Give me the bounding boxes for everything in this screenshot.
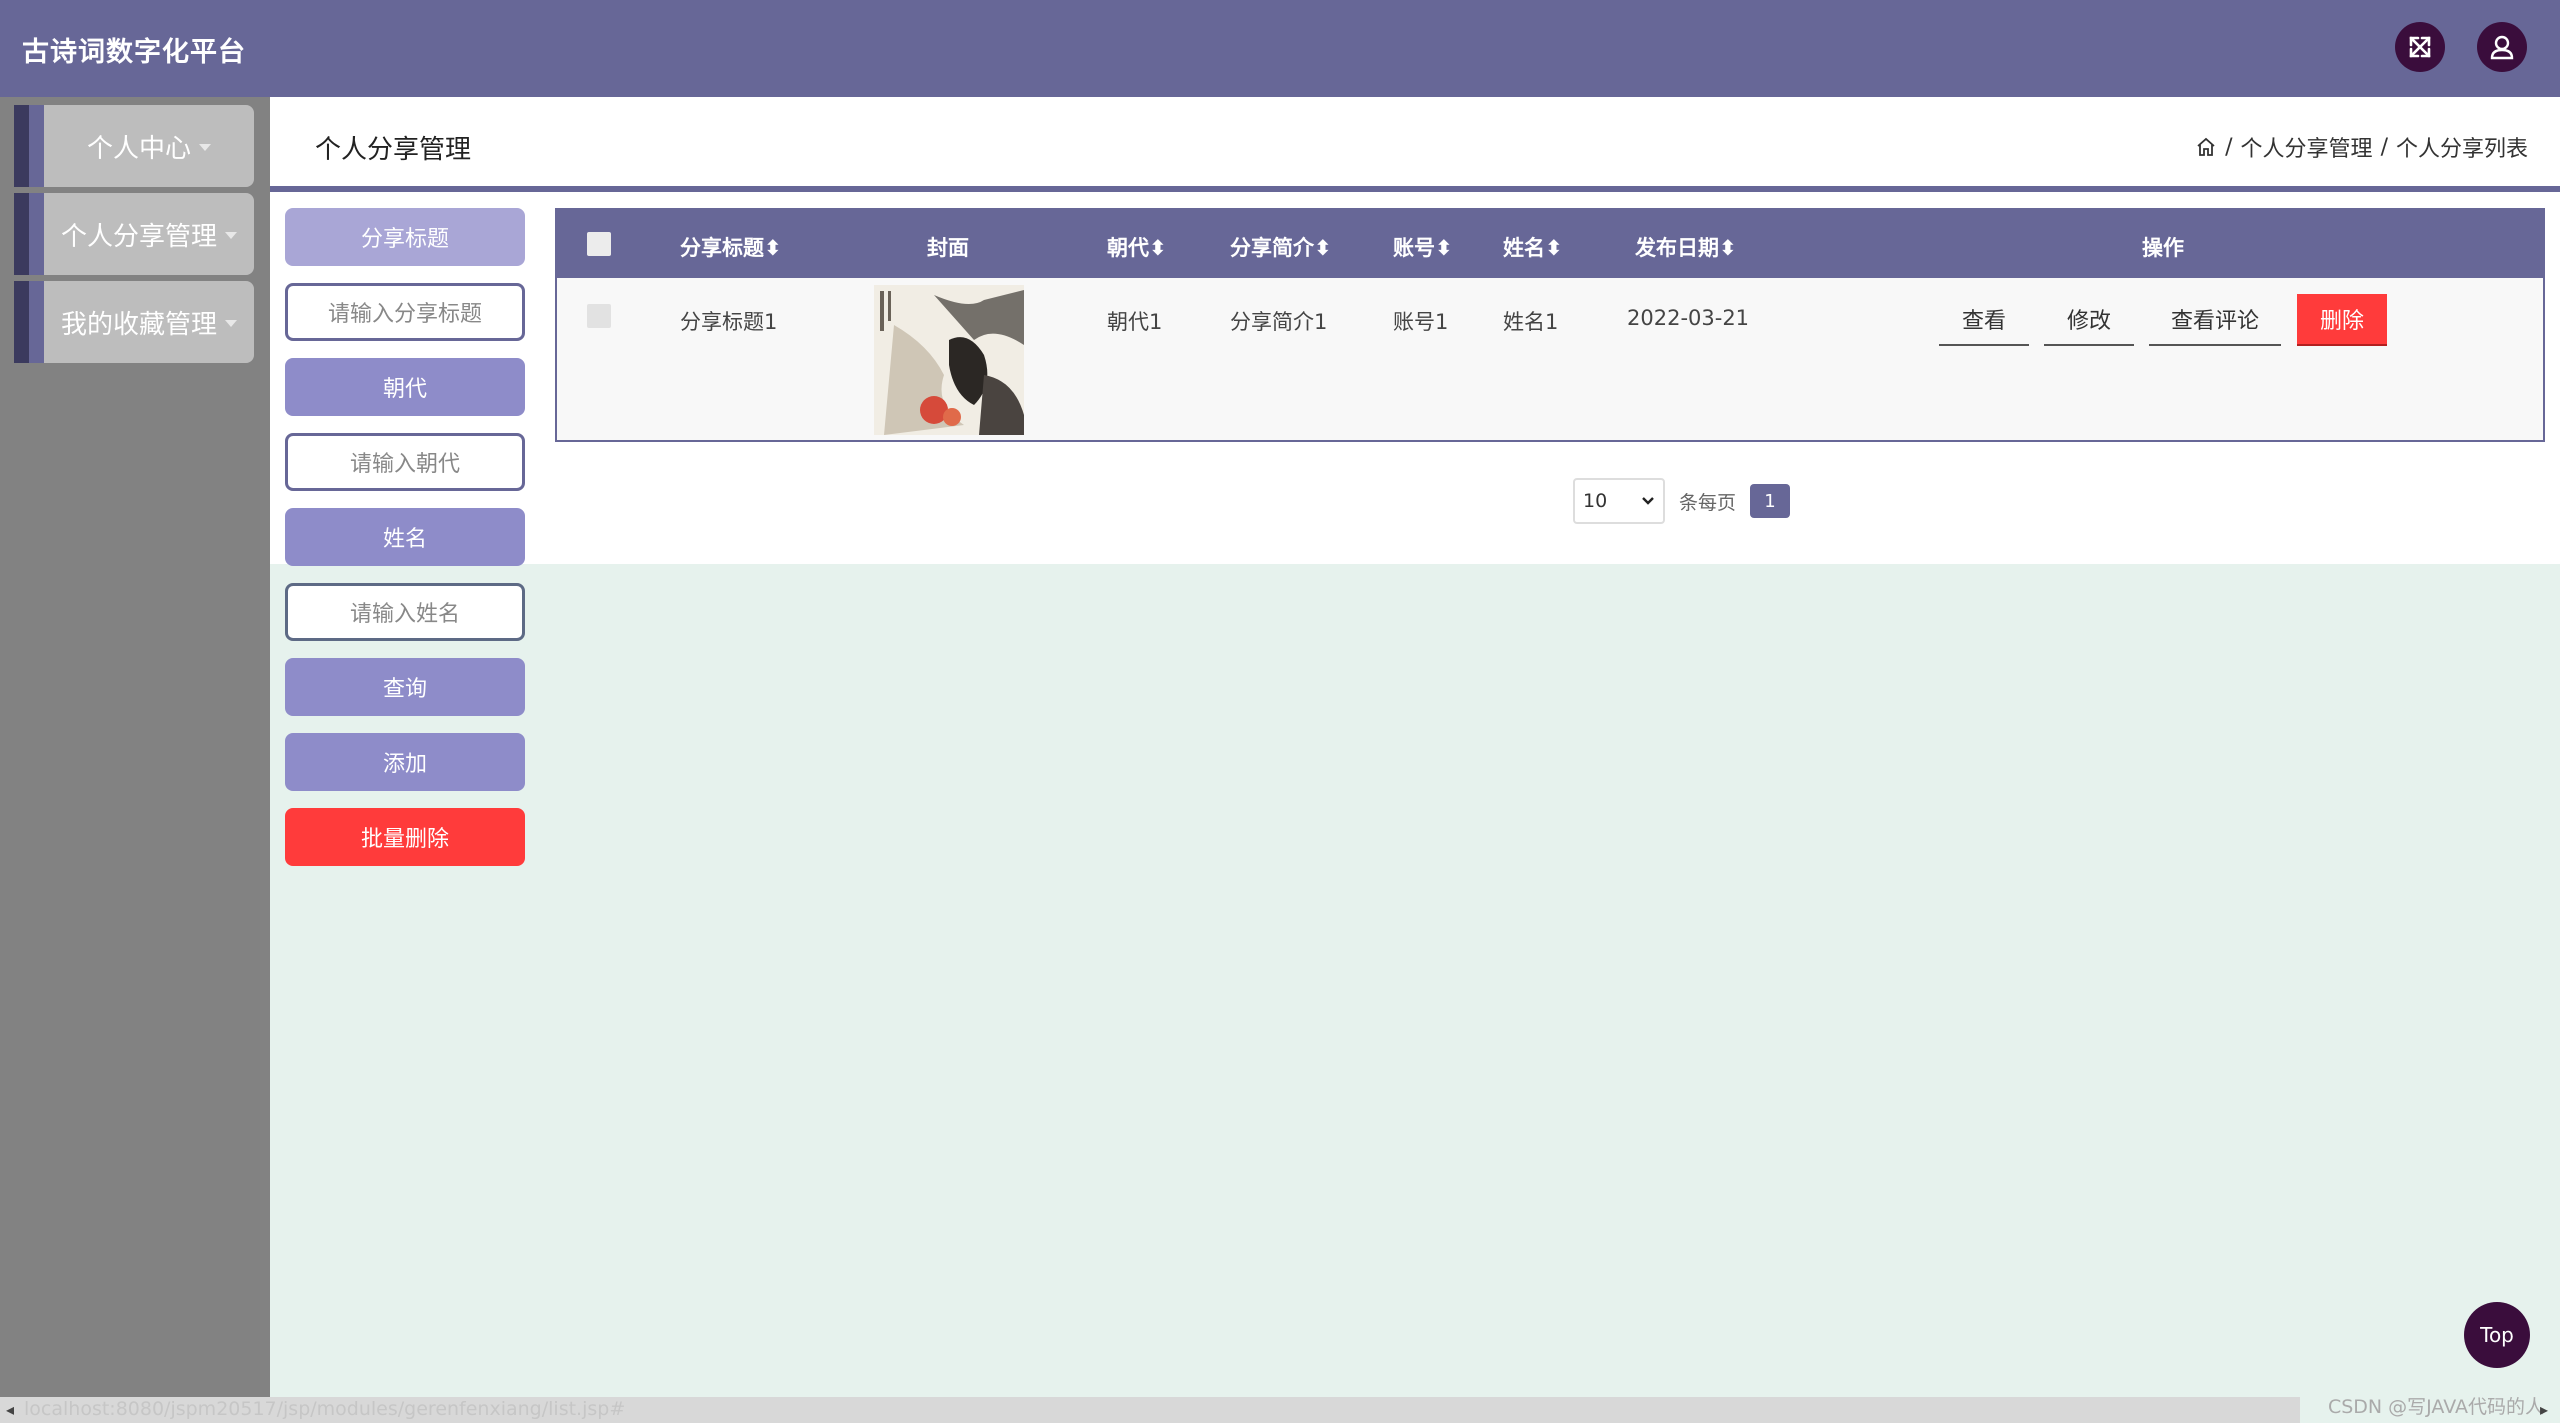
cell-dynasty: 朝代1 <box>1107 310 1163 334</box>
cover-image <box>874 285 1024 435</box>
column-header-date[interactable]: 发布日期⬍ <box>1635 232 1737 262</box>
title-search-label: 分享标题 <box>285 208 525 266</box>
delete-button[interactable]: 删除 <box>2297 294 2387 346</box>
row-checkbox[interactable] <box>587 304 611 328</box>
home-icon[interactable] <box>2195 136 2217 158</box>
pagination: 10 条每页 1 <box>1573 478 1791 524</box>
cell-date: 2022-03-21 <box>1627 306 1750 330</box>
breadcrumb-item-share-management[interactable]: 个人分享管理 <box>2241 131 2373 163</box>
select-all-checkbox[interactable] <box>587 232 611 256</box>
app-header: 古诗词数字化平台 <box>0 0 2560 97</box>
user-button[interactable] <box>2477 22 2527 72</box>
share-table: 分享标题⬍ 封面 朝代⬍ 分享简介⬍ 账号⬍ 姓名⬍ 发布日期⬍ 操作 分享标题… <box>555 208 2545 442</box>
watermark: CSDN @写JAVA代码的人 <box>2327 1396 2544 1418</box>
chevron-down-icon <box>199 143 211 151</box>
scroll-right-icon[interactable]: ▸ <box>2540 1400 2548 1419</box>
sidebar-item-favorites-management[interactable]: 我的收藏管理 <box>14 281 254 363</box>
column-header-dynasty[interactable]: 朝代⬍ <box>1107 232 1167 262</box>
name-search-input[interactable]: 请输入姓名 <box>285 583 525 641</box>
page-header: 个人分享管理 / 个人分享管理 / 个人分享列表 <box>270 97 2560 187</box>
cell-title: 分享标题1 <box>680 310 778 334</box>
breadcrumb-separator: / <box>2380 134 2388 160</box>
title-search-input[interactable]: 请输入分享标题 <box>285 283 525 341</box>
breadcrumb: / 个人分享管理 / 个人分享列表 <box>2195 131 2528 163</box>
status-url: localhost:8080/jspm20517/jsp/modules/ger… <box>24 1398 626 1420</box>
query-button[interactable]: 查询 <box>285 658 525 716</box>
column-header-intro[interactable]: 分享简介⬍ <box>1230 232 1332 262</box>
table-header: 分享标题⬍ 封面 朝代⬍ 分享简介⬍ 账号⬍ 姓名⬍ 发布日期⬍ 操作 <box>557 210 2543 278</box>
app-title: 古诗词数字化平台 <box>22 37 246 68</box>
edit-button[interactable]: 修改 <box>2044 294 2134 346</box>
column-header-actions: 操作 <box>2142 236 2184 260</box>
back-to-top-button[interactable]: Top <box>2464 1302 2530 1368</box>
chevron-down-icon <box>225 319 237 327</box>
page-number-button[interactable]: 1 <box>1750 484 1791 518</box>
column-header-cover: 封面 <box>927 236 969 260</box>
breadcrumb-separator: / <box>2225 134 2233 160</box>
column-header-account[interactable]: 账号⬍ <box>1393 232 1453 262</box>
breadcrumb-item-share-list: 个人分享列表 <box>2395 137 2528 162</box>
chevron-down-icon <box>225 231 237 239</box>
add-button[interactable]: 添加 <box>285 733 525 791</box>
page-title: 个人分享管理 <box>315 135 472 165</box>
batch-delete-button[interactable]: 批量删除 <box>285 808 525 866</box>
user-icon <box>2490 35 2514 60</box>
sidebar-item-personal-center[interactable]: 个人中心 <box>14 105 254 187</box>
cell-intro: 分享简介1 <box>1230 310 1328 334</box>
column-header-title[interactable]: 分享标题⬍ <box>680 232 782 262</box>
fullscreen-button[interactable] <box>2395 22 2445 72</box>
cell-name: 姓名1 <box>1503 310 1559 334</box>
scroll-left-icon[interactable]: ◂ <box>6 1400 14 1419</box>
view-comments-button[interactable]: 查看评论 <box>2149 294 2281 346</box>
sidebar-item-label: 个人分享管理 <box>60 221 217 252</box>
per-page-label: 条每页 <box>1679 491 1737 514</box>
chevron-down-icon <box>1642 497 1654 505</box>
sidebar-item-label: 我的收藏管理 <box>60 309 217 340</box>
sidebar-item-share-management[interactable]: 个人分享管理 <box>14 193 254 275</box>
column-header-name[interactable]: 姓名⬍ <box>1503 232 1563 262</box>
page-size-select[interactable]: 10 <box>1573 478 1665 524</box>
sidebar-item-label: 个人中心 <box>86 133 191 164</box>
name-search-label: 姓名 <box>285 508 525 566</box>
dynasty-search-input[interactable]: 请输入朝代 <box>285 433 525 491</box>
view-button[interactable]: 查看 <box>1939 294 2029 346</box>
cell-account: 账号1 <box>1393 310 1449 334</box>
dynasty-search-label: 朝代 <box>285 358 525 416</box>
fullscreen-icon <box>2409 36 2431 58</box>
